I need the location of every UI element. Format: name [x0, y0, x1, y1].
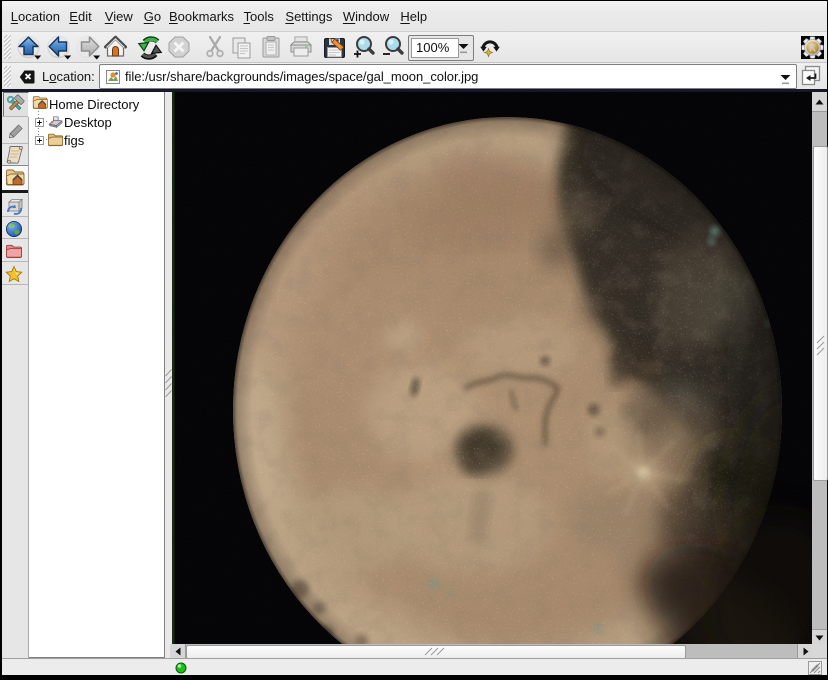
svg-text:K: K [808, 42, 816, 54]
